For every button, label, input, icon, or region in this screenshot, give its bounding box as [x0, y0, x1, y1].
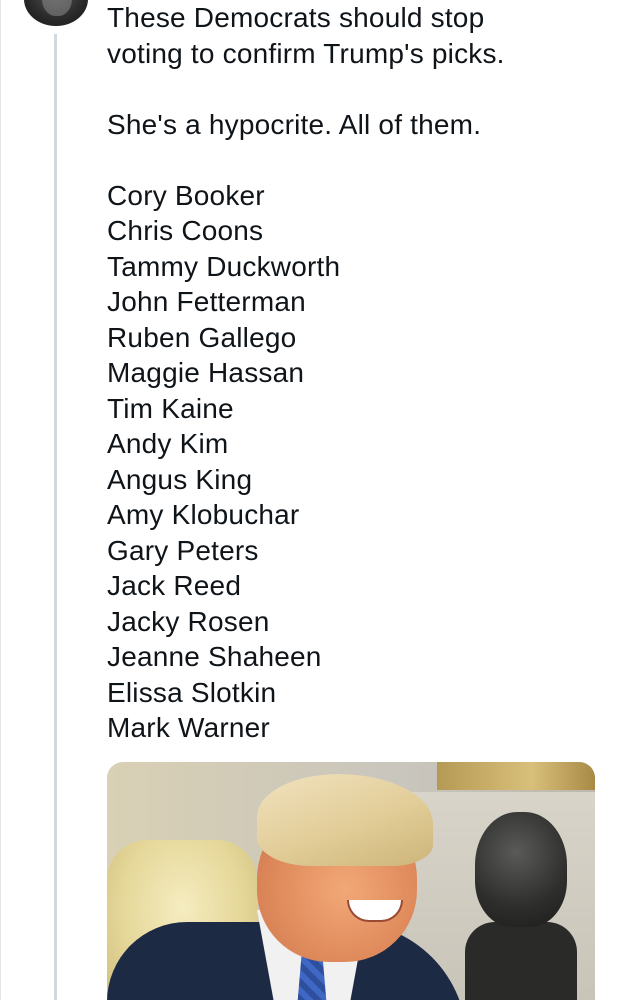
list-item: Jack Reed	[107, 570, 242, 601]
list-item: Mark Warner	[107, 712, 270, 743]
list-item: John Fetterman	[107, 286, 306, 317]
list-item: Maggie Hassan	[107, 357, 305, 388]
post-line: These Democrats should stop	[107, 2, 485, 33]
list-item: Tim Kaine	[107, 392, 234, 424]
list-item: Elissa Slotkin	[107, 676, 277, 708]
list-item: Tammy Duckworth	[107, 250, 341, 282]
post-image[interactable]	[107, 762, 595, 1000]
list-item: Amy Klobuchar	[107, 499, 300, 530]
person-hair	[257, 774, 433, 866]
list-item: Cory Booker	[107, 179, 265, 211]
left-divider	[0, 0, 1, 1000]
post-line: She's a hypocrite. All of them.	[107, 108, 482, 140]
list-item: Chris Coons	[107, 215, 264, 246]
senator-name-list: Cory Booker Chris Coons Tammy Duckworth …	[107, 178, 607, 746]
avatar[interactable]	[24, 0, 88, 26]
post-line: voting to confirm Trump's picks.	[107, 37, 505, 69]
list-item: Andy Kim	[107, 428, 229, 459]
list-item: Angus King	[107, 463, 253, 495]
bust-base	[465, 922, 577, 1000]
list-item: Jacky Rosen	[107, 605, 270, 637]
list-item: Jeanne Shaheen	[107, 641, 322, 672]
post-text: These Democrats should stop voting to co…	[107, 0, 607, 746]
list-item: Gary Peters	[107, 534, 259, 566]
background-trim	[437, 762, 595, 790]
list-item: Ruben Gallego	[107, 321, 297, 353]
thread-line	[54, 34, 57, 1000]
bust-sculpture	[475, 812, 567, 927]
avatar-face	[42, 0, 72, 16]
